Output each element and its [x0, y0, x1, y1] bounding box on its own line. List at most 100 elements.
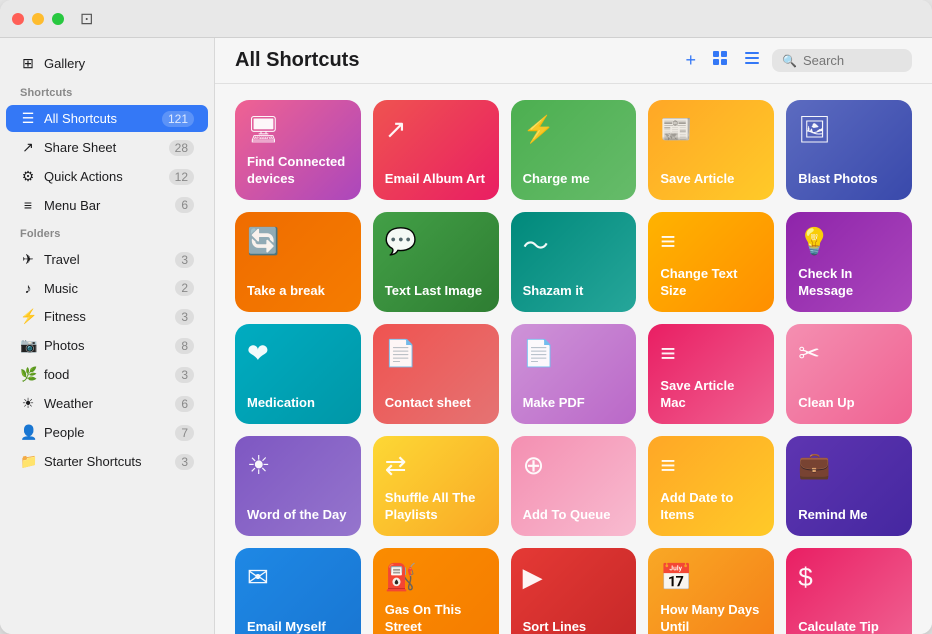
music-icon: ♪	[20, 280, 36, 296]
starter-icon: 📁	[20, 453, 36, 470]
sidebar-toggle-button[interactable]: ⊡	[80, 9, 93, 29]
food-count: 3	[175, 367, 194, 383]
close-button[interactable]	[12, 13, 24, 25]
sidebar-item-food[interactable]: 🌿 food 3	[6, 361, 208, 388]
sidebar-item-share-sheet[interactable]: ↗ Share Sheet 28	[6, 134, 208, 161]
shortcut-card-blast-photos[interactable]: 🖼 Blast Photos	[786, 100, 912, 200]
remind-me-label: Remind Me	[798, 507, 900, 524]
sort-lines-label: Sort Lines	[523, 619, 625, 634]
shortcut-card-shuffle-playlists[interactable]: ⇄ Shuffle All The Playlists	[373, 436, 499, 536]
clean-up-label: Clean Up	[798, 395, 900, 412]
shortcut-card-clean-up[interactable]: ✂ Clean Up	[786, 324, 912, 424]
shazam-it-icon: 〜	[523, 226, 625, 263]
change-text-size-icon: ≡	[660, 226, 762, 257]
shortcut-card-how-many-days[interactable]: 📅 How Many Days Until	[648, 548, 774, 634]
clean-up-icon: ✂	[798, 338, 900, 369]
titlebar: ⊡	[0, 0, 932, 38]
save-article-icon: 📰	[660, 114, 762, 145]
weather-label: Weather	[44, 396, 167, 411]
shortcut-card-text-last-image[interactable]: 💬 Text Last Image	[373, 212, 499, 312]
minimize-button[interactable]	[32, 13, 44, 25]
shortcut-card-shazam-it[interactable]: 〜 Shazam it	[511, 212, 637, 312]
sort-lines-icon: ▶	[523, 562, 625, 593]
content-header: All Shortcuts +	[215, 38, 932, 84]
blast-photos-label: Blast Photos	[798, 171, 900, 188]
gas-on-street-icon: ⛽	[385, 562, 487, 593]
shortcut-card-email-album[interactable]: ↗ Email Album Art	[373, 100, 499, 200]
app-window: ⊡ ⊞ Gallery Shortcuts ☰ All Shortcuts 12…	[0, 0, 932, 634]
shortcut-card-medication[interactable]: ❤ Medication	[235, 324, 361, 424]
share-sheet-icon: ↗	[20, 139, 36, 156]
text-last-image-icon: 💬	[385, 226, 487, 257]
add-to-queue-label: Add To Queue	[523, 507, 625, 524]
food-label: food	[44, 367, 167, 382]
people-icon: 👤	[20, 424, 36, 441]
shortcut-card-take-break[interactable]: 🔄 Take a break	[235, 212, 361, 312]
sidebar-item-menu-bar[interactable]: ≡ Menu Bar 6	[6, 192, 208, 218]
sidebar-item-music[interactable]: ♪ Music 2	[6, 275, 208, 301]
medication-label: Medication	[247, 395, 349, 412]
sidebar-item-starter[interactable]: 📁 Starter Shortcuts 3	[6, 448, 208, 475]
sidebar-item-quick-actions[interactable]: ⚙ Quick Actions 12	[6, 163, 208, 190]
sidebar-item-all-shortcuts[interactable]: ☰ All Shortcuts 121	[6, 105, 208, 132]
find-connected-icon: 🖥	[247, 114, 349, 145]
shortcut-card-calculate-tip[interactable]: $ Calculate Tip	[786, 548, 912, 634]
menu-bar-count: 6	[175, 197, 194, 213]
email-album-icon: ↗	[385, 114, 487, 145]
shortcut-card-add-date[interactable]: ≡ Add Date to Items	[648, 436, 774, 536]
find-connected-label: Find Connected devices	[247, 154, 349, 188]
shortcut-card-find-connected[interactable]: 🖥 Find Connected devices	[235, 100, 361, 200]
how-many-days-icon: 📅	[660, 562, 762, 593]
sidebar-item-weather[interactable]: ☀ Weather 6	[6, 390, 208, 417]
list-view-button[interactable]	[740, 48, 764, 73]
sidebar-item-fitness[interactable]: ⚡ Fitness 3	[6, 303, 208, 330]
shortcut-card-charge-me[interactable]: ⚡ Charge me	[511, 100, 637, 200]
shortcut-card-change-text-size[interactable]: ≡ Change Text Size	[648, 212, 774, 312]
shortcut-card-gas-on-street[interactable]: ⛽ Gas On This Street	[373, 548, 499, 634]
maximize-button[interactable]	[52, 13, 64, 25]
shortcut-card-sort-lines[interactable]: ▶ Sort Lines	[511, 548, 637, 634]
word-of-day-label: Word of the Day	[247, 507, 349, 524]
shortcut-card-make-pdf[interactable]: 📄 Make PDF	[511, 324, 637, 424]
photos-icon: 📷	[20, 337, 36, 354]
sidebar-item-people[interactable]: 👤 People 7	[6, 419, 208, 446]
music-label: Music	[44, 281, 167, 296]
shortcut-card-add-to-queue[interactable]: ⊕ Add To Queue	[511, 436, 637, 536]
shortcut-card-word-of-day[interactable]: ☀ Word of the Day	[235, 436, 361, 536]
all-shortcuts-label: All Shortcuts	[44, 111, 154, 126]
menu-bar-icon: ≡	[20, 197, 36, 213]
shortcut-card-email-myself[interactable]: ✉ Email Myself	[235, 548, 361, 634]
travel-label: Travel	[44, 252, 167, 267]
sidebar-item-travel[interactable]: ✈ Travel 3	[6, 246, 208, 273]
all-shortcuts-count: 121	[162, 111, 194, 127]
sidebar-item-photos[interactable]: 📷 Photos 8	[6, 332, 208, 359]
sidebar-item-gallery[interactable]: ⊞ Gallery	[6, 50, 208, 77]
travel-count: 3	[175, 252, 194, 268]
quick-actions-label: Quick Actions	[44, 169, 161, 184]
search-bar[interactable]: 🔍	[772, 49, 912, 72]
shortcut-card-save-article-mac[interactable]: ≡ Save Article Mac	[648, 324, 774, 424]
charge-me-label: Charge me	[523, 171, 625, 188]
shortcuts-section-label: Shortcuts	[0, 79, 214, 103]
gallery-icon: ⊞	[20, 55, 36, 72]
share-sheet-label: Share Sheet	[44, 140, 161, 155]
sidebar-gallery-label: Gallery	[44, 56, 194, 71]
share-sheet-count: 28	[169, 140, 194, 156]
blast-photos-icon: 🖼	[798, 114, 900, 145]
email-album-label: Email Album Art	[385, 171, 487, 188]
fitness-icon: ⚡	[20, 308, 36, 325]
save-article-mac-label: Save Article Mac	[660, 378, 762, 412]
shazam-it-label: Shazam it	[523, 283, 625, 300]
text-last-image-label: Text Last Image	[385, 283, 487, 300]
search-input[interactable]	[803, 53, 902, 68]
grid-view-button[interactable]	[708, 48, 732, 73]
shortcuts-grid: 🖥 Find Connected devices ↗ Email Album A…	[215, 84, 932, 634]
shortcut-card-check-in-message[interactable]: 💡 Check In Message	[786, 212, 912, 312]
shortcut-card-save-article[interactable]: 📰 Save Article	[648, 100, 774, 200]
shortcut-card-contact-sheet[interactable]: 📄 Contact sheet	[373, 324, 499, 424]
main-content: All Shortcuts +	[215, 38, 932, 634]
shortcut-card-remind-me[interactable]: 💼 Remind Me	[786, 436, 912, 536]
search-icon: 🔍	[782, 54, 797, 68]
calculate-tip-icon: $	[798, 562, 900, 593]
add-shortcut-button[interactable]: +	[681, 48, 700, 73]
